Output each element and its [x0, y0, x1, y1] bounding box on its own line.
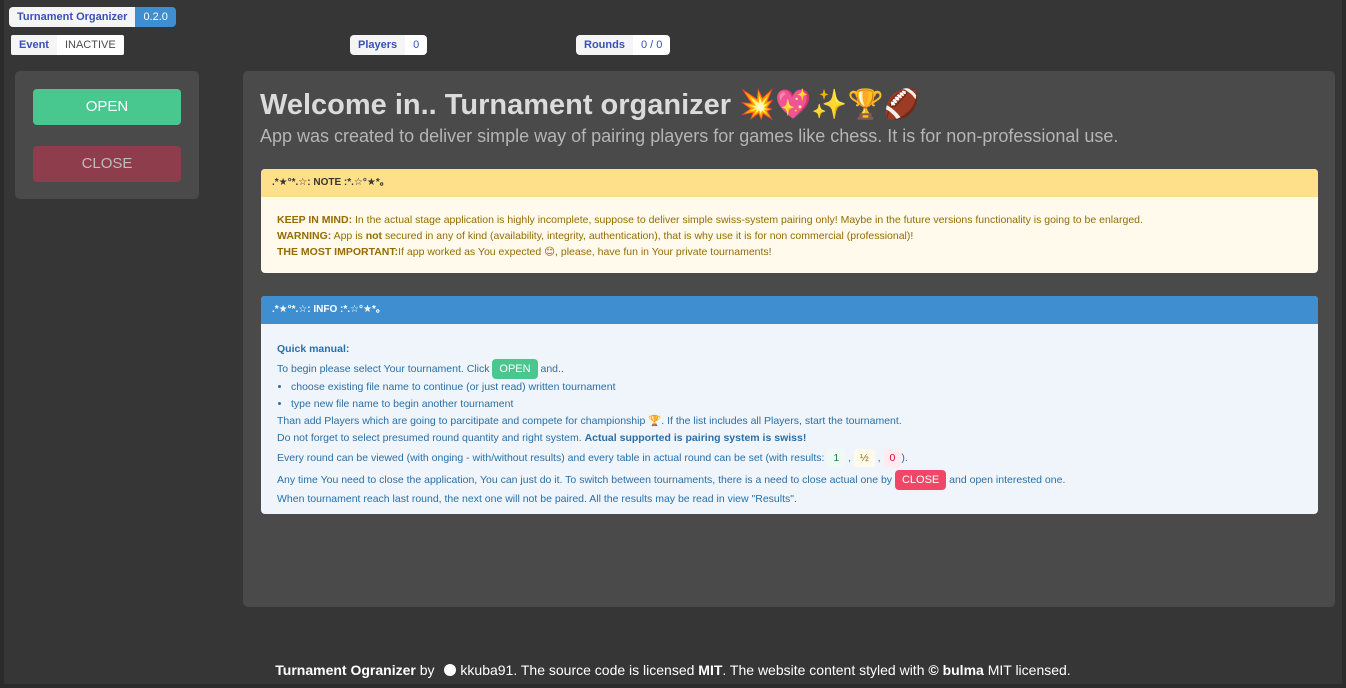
frame-border-bottom: [0, 684, 1346, 688]
keep-label: KEEP IN MIND:: [277, 214, 353, 226]
results-line: Every round can be viewed (with onging -…: [277, 448, 1302, 468]
warning-label: WARNING:: [277, 230, 332, 242]
begin-options-list: choose existing file name to continue (o…: [277, 379, 1302, 413]
close-button[interactable]: CLOSE: [33, 146, 181, 182]
close-post: and open interested one.: [946, 474, 1066, 486]
info-header: .*★°*.☆: INFO :*.☆°★*｡: [261, 296, 1318, 324]
begin-line: To begin please select Your tournament. …: [277, 359, 1302, 379]
main-panel: Welcome in.. Turnament organizer 💥💖✨🏆🏈 A…: [243, 71, 1335, 607]
players-line: Than add Players which are going to parc…: [277, 415, 902, 427]
system-bold: Actual supported is pairing system is sw…: [584, 432, 807, 444]
footer-by: by: [415, 662, 439, 678]
results-pre: Every round can be viewed (with onging -…: [277, 452, 828, 464]
players-label: Players: [350, 35, 406, 55]
warning-post: secured in any of kind (availability, in…: [382, 230, 914, 242]
sidebar-panel: OPEN CLOSE: [15, 71, 199, 199]
close-tag: CLOSE: [894, 470, 947, 490]
app-tag: Turnament Organizer 0.2.0: [9, 7, 176, 27]
open-tag: OPEN: [492, 359, 538, 379]
event-status: INACTIVE: [56, 35, 124, 55]
frame-border-right: [1342, 0, 1346, 688]
important-text: If app worked as You expected 😊, please,…: [398, 246, 772, 258]
footer-author-link[interactable]: kkuba91: [460, 662, 513, 678]
important-line: THE MOST IMPORTANT:If app worked as You …: [277, 244, 1302, 260]
footer-bulma-link[interactable]: © bulma: [928, 662, 983, 678]
result-win-tag: 1: [827, 449, 846, 467]
note-header: .*★°*.☆: NOTE :*.☆°★*｡: [261, 169, 1318, 197]
page-title: Welcome in.. Turnament organizer 💥💖✨🏆🏈: [260, 89, 920, 121]
footer: Turnament Ogranizer by kkuba91. The sour…: [0, 662, 1346, 678]
event-label: Event: [11, 35, 57, 55]
begin-pre: To begin please select Your tournament. …: [277, 363, 493, 375]
rounds-value: 0 / 0: [632, 35, 671, 55]
result-loss-tag: 0: [883, 449, 902, 467]
open-button[interactable]: OPEN: [33, 89, 181, 125]
list-item: choose existing file name to continue (o…: [291, 379, 1302, 396]
warning-not: not: [365, 230, 383, 242]
keep-in-mind-line: KEEP IN MIND: In the actual stage applic…: [277, 212, 1302, 228]
note-message: .*★°*.☆: NOTE :*.☆°★*｡ KEEP IN MIND: In …: [261, 169, 1318, 273]
quick-manual-label: Quick manual:: [277, 343, 350, 355]
close-pre: Any time You need to close the applicati…: [277, 474, 895, 486]
info-message: .*★°*.☆: INFO :*.☆°★*｡ Quick manual: To …: [261, 296, 1318, 514]
keep-text: In the actual stage application is highl…: [352, 214, 1143, 226]
rounds-label: Rounds: [576, 35, 633, 55]
result-draw-tag: ½: [853, 449, 875, 467]
app-name-tag: Turnament Organizer: [9, 7, 136, 27]
quick-manual-title: Quick manual:: [277, 341, 1302, 358]
important-label: THE MOST IMPORTANT:: [277, 246, 399, 258]
page-subtitle: App was created to deliver simple way of…: [260, 126, 1119, 146]
list-item: type new file name to begin another tour…: [291, 396, 1302, 413]
info-body: Quick manual: To begin please select You…: [261, 324, 1318, 514]
warning-line: WARNING: App is not secured in any of ki…: [277, 228, 1302, 244]
close-line: Any time You need to close the applicati…: [277, 469, 1302, 491]
begin-post: and..: [537, 363, 564, 375]
results-post: ).: [901, 452, 908, 464]
footer-license: MIT: [698, 662, 723, 678]
last-round-line: When tournament reach last round, the ne…: [277, 493, 797, 505]
rounds-tag: Rounds 0 / 0: [576, 35, 671, 55]
players-count: 0: [405, 35, 428, 55]
players-tag: Players 0: [350, 35, 428, 55]
footer-content-pre: . The website content styled with: [722, 662, 929, 678]
footer-app-name: Turnament Ogranizer: [275, 662, 416, 678]
warning-pre: App is: [331, 230, 366, 242]
github-icon[interactable]: [444, 664, 457, 676]
note-body: KEEP IN MIND: In the actual stage applic…: [261, 197, 1318, 273]
system-pre: Do not forget to select presumed round q…: [277, 432, 585, 444]
footer-license-pre: . The source code is licensed: [513, 662, 699, 678]
frame-border-left: [0, 0, 4, 688]
footer-content-post: MIT licensed.: [983, 662, 1071, 678]
system-line: Do not forget to select presumed round q…: [277, 430, 1302, 447]
event-tag: Event INACTIVE: [11, 35, 124, 55]
version-tag: 0.2.0: [135, 7, 176, 27]
